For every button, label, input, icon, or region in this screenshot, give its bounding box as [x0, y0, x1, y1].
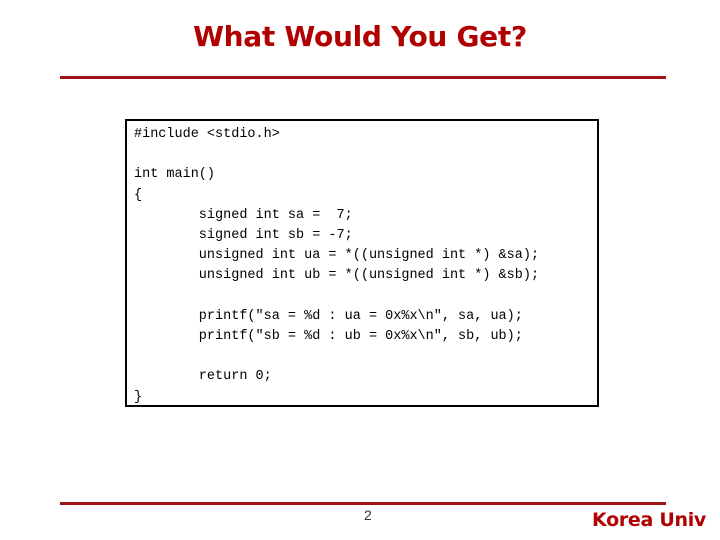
page-number: 2 — [364, 507, 372, 523]
code-line: int main() — [134, 167, 216, 183]
code-line: printf("sb = %d : ub = 0x%x\n", sb, ub); — [134, 329, 523, 345]
code-line: } — [134, 389, 143, 405]
code-line: signed int sa = 7; — [134, 207, 353, 223]
code-line: signed int sb = -7; — [134, 228, 353, 244]
code-line: return 0; — [134, 369, 272, 385]
title-divider — [60, 76, 666, 79]
code-listing: #include <stdio.h> int main() { signed i… — [134, 125, 539, 408]
code-line: { — [134, 187, 143, 203]
code-line: unsigned int ub = *((unsigned int *) &sb… — [134, 268, 540, 284]
code-line: #include <stdio.h> — [134, 127, 280, 142]
organization-label: Korea Univ — [592, 509, 706, 531]
footer-divider — [60, 502, 666, 505]
code-line: unsigned int ua = *((unsigned int *) &sa… — [134, 248, 540, 264]
code-block: #include <stdio.h> int main() { signed i… — [125, 119, 599, 407]
code-line: printf("sa = %d : ua = 0x%x\n", sa, ua); — [134, 308, 523, 324]
slide-title: What Would You Get? — [193, 20, 527, 53]
